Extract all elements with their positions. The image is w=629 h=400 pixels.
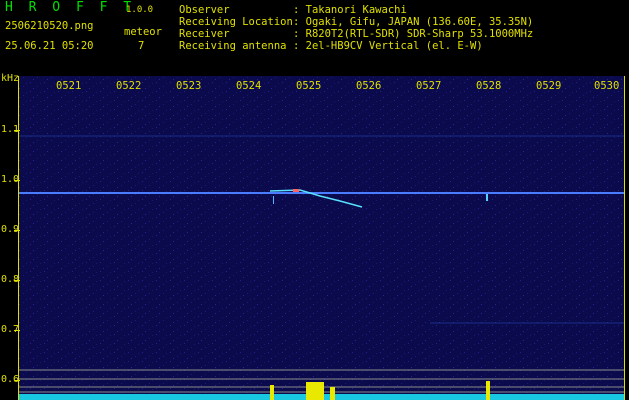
y-tick (14, 180, 20, 181)
signal-peak (486, 381, 490, 400)
meteor-echo (486, 194, 488, 201)
meteor-count: 7 (138, 40, 145, 52)
x-tick-label: 0523 (176, 80, 202, 92)
info-value: : Ogaki, Gifu, JAPAN (136.60E, 35.35N) (293, 16, 534, 28)
meteor-echo (273, 196, 274, 204)
plot-right-border (624, 76, 625, 400)
x-tick-label: 0529 (536, 80, 562, 92)
x-tick-label: 0525 (296, 80, 322, 92)
info-value: : 2el-HB9CV Vertical (el. E-W) (293, 40, 483, 52)
spectrogram-background (19, 76, 624, 400)
signal-peak (330, 387, 335, 400)
meteor-echo-head (293, 189, 299, 192)
x-tick-label: 0527 (416, 80, 442, 92)
info-location: Receiving Location: Ogaki, Gifu, JAPAN (… (179, 16, 533, 28)
x-tick-label: 0528 (476, 80, 502, 92)
meteor-label: meteor (124, 26, 162, 38)
info-receiver: Receiver : R820T2(RTL-SDR) SDR-Sharp 53.1… (179, 28, 533, 40)
x-tick-label: 0521 (56, 80, 82, 92)
y-tick (14, 380, 20, 381)
info-key: Observer (179, 4, 230, 16)
info-key: Receiving antenna (179, 40, 287, 52)
info-antenna: Receiving antenna : 2el-HB9CV Vertical (e… (179, 40, 483, 52)
signal-peak (270, 385, 274, 400)
info-key: Receiver (179, 28, 230, 40)
info-observer: Observer : Takanori Kawachi (179, 4, 407, 16)
y-tick (14, 130, 20, 131)
x-tick-label: 0526 (356, 80, 382, 92)
spectrogram (19, 76, 625, 400)
x-tick-label: 0530 (594, 80, 620, 92)
y-tick (14, 280, 20, 281)
y-axis-unit: kHz (1, 73, 20, 84)
info-value: : R820T2(RTL-SDR) SDR-Sharp 53.1000MHz (293, 28, 534, 40)
file-timestamp: 25.06.21 05:20 (5, 40, 94, 52)
signal-peak (306, 382, 324, 400)
info-value: : Takanori Kawachi (293, 4, 407, 16)
y-tick (14, 230, 20, 231)
y-tick (14, 330, 20, 331)
x-tick-label: 0524 (236, 80, 262, 92)
app-version: 1.0.0 (126, 5, 154, 15)
info-key: Receiving Location (179, 16, 293, 28)
x-tick-label: 0522 (116, 80, 142, 92)
file-name: 2506210520.png (5, 20, 94, 32)
app-title: H R O F F T (5, 0, 136, 15)
